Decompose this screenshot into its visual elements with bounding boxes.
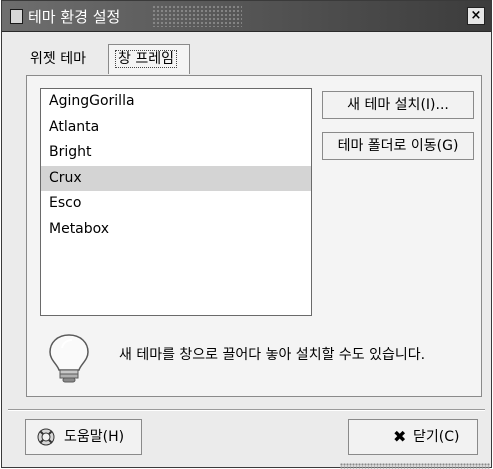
window-menu-icon[interactable] [10, 9, 23, 24]
window-close-icon[interactable]: × [467, 7, 485, 25]
title-bar-pattern [152, 5, 242, 27]
lightbulb-icon [49, 334, 89, 383]
window-title: 테마 환경 설정 [28, 8, 121, 26]
drag-hint: 새 테마를 창으로 끌어다 놓아 설치할 수도 있습니다. [41, 326, 481, 386]
list-item[interactable]: Atlanta [41, 115, 311, 141]
list-item[interactable]: Esco [41, 191, 311, 217]
list-item[interactable]: Metabox [41, 217, 311, 243]
tab-label: 창 프레임 [115, 50, 177, 68]
list-item[interactable]: Bright [41, 140, 311, 166]
help-button-label: 도움말(H) [64, 429, 125, 445]
list-item[interactable]: AgingGorilla [41, 89, 311, 115]
x-icon: ✖ [393, 427, 407, 446]
lifebuoy-icon [37, 428, 55, 446]
theme-list[interactable]: AgingGorilla Atlanta Bright Crux Esco Me… [40, 88, 312, 316]
button-divider [8, 409, 485, 411]
theme-preferences-window: 테마 환경 설정 × 위젯 테마 창 프레임 AgingGorilla Atla… [1, 0, 492, 468]
tab-widget-theme[interactable]: 위젯 테마 [24, 46, 106, 72]
tab-label: 위젯 테마 [30, 51, 86, 67]
close-button[interactable]: ✖ 닫기(C) [348, 419, 478, 455]
bottom-edge-pattern [340, 463, 490, 469]
title-bar[interactable]: 테마 환경 설정 × [2, 1, 491, 32]
open-theme-folder-button[interactable]: 테마 폴더로 이동(G) [322, 132, 474, 160]
window-frame-panel: AgingGorilla Atlanta Bright Crux Esco Me… [26, 75, 482, 397]
close-button-label: 닫기(C) [413, 429, 460, 445]
hint-text: 새 테마를 창으로 끌어다 놓아 설치할 수도 있습니다. [119, 347, 426, 363]
install-theme-button[interactable]: 새 테마 설치(I)... [322, 91, 474, 119]
tab-window-frame[interactable]: 창 프레임 [108, 44, 190, 74]
list-item-selected[interactable]: Crux [41, 165, 311, 191]
help-button[interactable]: 도움말(H) [25, 419, 142, 455]
